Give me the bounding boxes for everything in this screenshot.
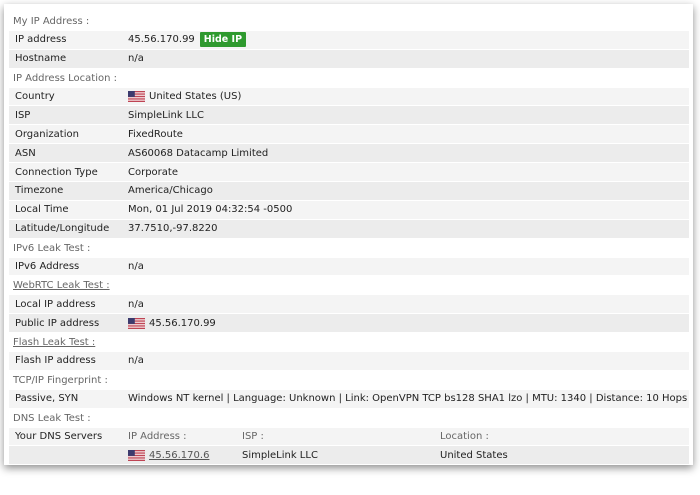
label-public-ip: Public IP address bbox=[15, 317, 100, 329]
value-local-ip: n/a bbox=[128, 298, 144, 310]
section-my-ip: My IP Address : bbox=[13, 15, 90, 27]
row-local-ip: Local IP address n/a bbox=[9, 295, 689, 315]
row-tcpip: Passive, SYN Windows NT kernel | Languag… bbox=[9, 389, 689, 409]
label-lat-lon: Latitude/Longitude bbox=[15, 223, 110, 235]
hide-ip-button[interactable]: Hide IP bbox=[199, 32, 247, 48]
row-timezone: Timezone America/Chicago bbox=[9, 182, 689, 201]
row-ipv6: IPv6 Address n/a bbox=[9, 257, 689, 277]
dns-col-ip: IP Address : bbox=[128, 431, 187, 443]
value-country: United States (US) bbox=[128, 91, 689, 102]
label-timezone: Timezone bbox=[15, 185, 64, 197]
us-flag-icon bbox=[128, 449, 145, 461]
section-dns: DNS Leak Test : bbox=[13, 412, 91, 424]
section-location: IP Address Location : bbox=[13, 72, 118, 84]
value-tcpip: Windows NT kernel | Language: Unknown | … bbox=[128, 393, 688, 405]
label-connection-type: Connection Type bbox=[15, 166, 98, 178]
row-asn: ASN AS60068 Datacamp Limited bbox=[9, 144, 689, 164]
section-webrtc: WebRTC Leak Test : bbox=[13, 280, 110, 292]
label-organization: Organization bbox=[15, 128, 79, 140]
value-lat-lon: 37.7510,-97.8220 bbox=[128, 223, 218, 235]
row-country: Country United States (US) bbox=[9, 87, 689, 107]
dns-isp-value: SimpleLink LLC bbox=[242, 449, 318, 461]
row-connection-type: Connection Type Corporate bbox=[9, 163, 689, 183]
value-hostname: n/a bbox=[128, 53, 144, 65]
row-dns-server: 45.56.170.6 SimpleLink LLC United States bbox=[9, 446, 689, 466]
row-public-ip: Public IP address 45.56.170.99 bbox=[9, 314, 689, 334]
label-ipv6: IPv6 Address bbox=[15, 261, 80, 273]
section-ipv6: IPv6 Leak Test : bbox=[13, 242, 91, 254]
value-isp: SimpleLink LLC bbox=[128, 109, 204, 121]
row-isp: ISP SimpleLink LLC bbox=[9, 106, 689, 126]
row-ip-address: IP address 45.56.170.99 Hide IP bbox=[9, 30, 689, 50]
dns-ip-link[interactable]: 45.56.170.6 bbox=[149, 450, 209, 461]
row-lat-lon: Latitude/Longitude 37.7510,-97.8220 bbox=[9, 219, 689, 239]
row-organization: Organization FixedRoute bbox=[9, 125, 689, 145]
value-asn: AS60068 Datacamp Limited bbox=[128, 147, 269, 159]
label-asn: ASN bbox=[15, 147, 36, 159]
label-country: Country bbox=[15, 91, 55, 102]
value-timezone: America/Chicago bbox=[128, 185, 213, 197]
value-public-ip: 45.56.170.99 bbox=[128, 317, 689, 329]
us-flag-icon bbox=[128, 317, 145, 329]
section-tcpip: TCP/IP Fingerprint : bbox=[13, 374, 108, 386]
label-isp: ISP bbox=[15, 109, 31, 121]
value-connection-type: Corporate bbox=[128, 166, 178, 178]
row-dns-header: Your DNS Servers IP Address : ISP : Loca… bbox=[9, 427, 689, 447]
label-flash-ip: Flash IP address bbox=[15, 355, 96, 367]
value-local-time: Mon, 01 Jul 2019 04:32:54 -0500 bbox=[128, 204, 293, 216]
value-ipv6: n/a bbox=[128, 261, 144, 273]
ip-info-card: My IP Address : IP address 45.56.170.99 … bbox=[4, 4, 693, 466]
label-ip-address: IP address bbox=[15, 34, 67, 46]
row-local-time: Local Time Mon, 01 Jul 2019 04:32:54 -05… bbox=[9, 200, 689, 220]
label-hostname: Hostname bbox=[15, 53, 67, 65]
label-dns-servers: Your DNS Servers bbox=[15, 431, 103, 443]
dns-table-header: IP Address : ISP : Location : bbox=[128, 431, 689, 442]
ip-info-table: My IP Address : IP address 45.56.170.99 … bbox=[9, 12, 689, 466]
row-hostname: Hostname n/a bbox=[9, 49, 689, 69]
dns-col-isp: ISP : bbox=[242, 431, 264, 443]
dns-col-location: Location : bbox=[440, 431, 489, 443]
value-flash-ip: n/a bbox=[128, 355, 144, 367]
label-local-time: Local Time bbox=[15, 204, 69, 216]
label-tcpip: Passive, SYN bbox=[15, 393, 79, 405]
value-organization: FixedRoute bbox=[128, 128, 183, 140]
label-local-ip: Local IP address bbox=[15, 298, 96, 310]
dns-location-value: United States bbox=[440, 449, 508, 461]
dns-ip-cell: 45.56.170.6 bbox=[128, 449, 242, 461]
value-ip-address: 45.56.170.99 Hide IP bbox=[128, 32, 689, 48]
section-flash: Flash Leak Test : bbox=[13, 337, 96, 349]
dns-server-row: 45.56.170.6 SimpleLink LLC United States bbox=[128, 449, 689, 461]
us-flag-icon bbox=[128, 91, 145, 102]
row-flash-ip: Flash IP address n/a bbox=[9, 352, 689, 371]
